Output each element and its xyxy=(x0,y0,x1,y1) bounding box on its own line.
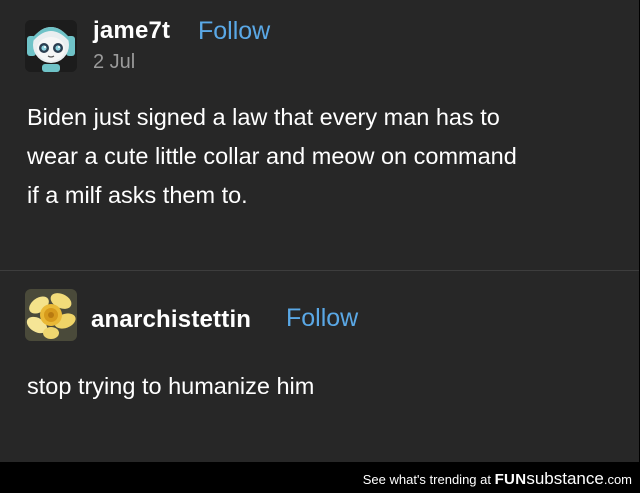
avatar[interactable] xyxy=(25,20,77,72)
footer-brand-suffix: .com xyxy=(603,472,632,487)
footer-brand-bold: FUN xyxy=(494,471,527,488)
reply-text: stop trying to humanize him xyxy=(27,373,315,399)
reply-avatar[interactable] xyxy=(25,289,77,341)
reply-post: anarchistettin Follow stop trying to hum… xyxy=(0,271,639,462)
post-card: jame7t Follow 2 Jul Biden just signed a … xyxy=(0,0,639,462)
post-date: 2 Jul xyxy=(93,51,136,73)
post-text: Biden just signed a law that every man h… xyxy=(27,104,517,208)
post-follow-button[interactable]: Follow xyxy=(198,17,270,46)
footer-brand-rest: substance xyxy=(526,469,604,488)
robot-avatar-icon xyxy=(25,20,77,72)
daffodil-avatar-icon xyxy=(25,289,77,341)
watermark-footer: See what's trending at FUNsubstance.com xyxy=(363,469,632,489)
footer-prefix: See what's trending at xyxy=(362,472,495,487)
reply-username[interactable]: anarchistettin xyxy=(91,306,251,334)
screenshot: jame7t Follow 2 Jul Biden just signed a … xyxy=(0,0,640,493)
reply-follow-button[interactable]: Follow xyxy=(286,304,358,333)
post-username[interactable]: jame7t xyxy=(93,17,170,45)
original-post: jame7t Follow 2 Jul Biden just signed a … xyxy=(0,0,639,270)
